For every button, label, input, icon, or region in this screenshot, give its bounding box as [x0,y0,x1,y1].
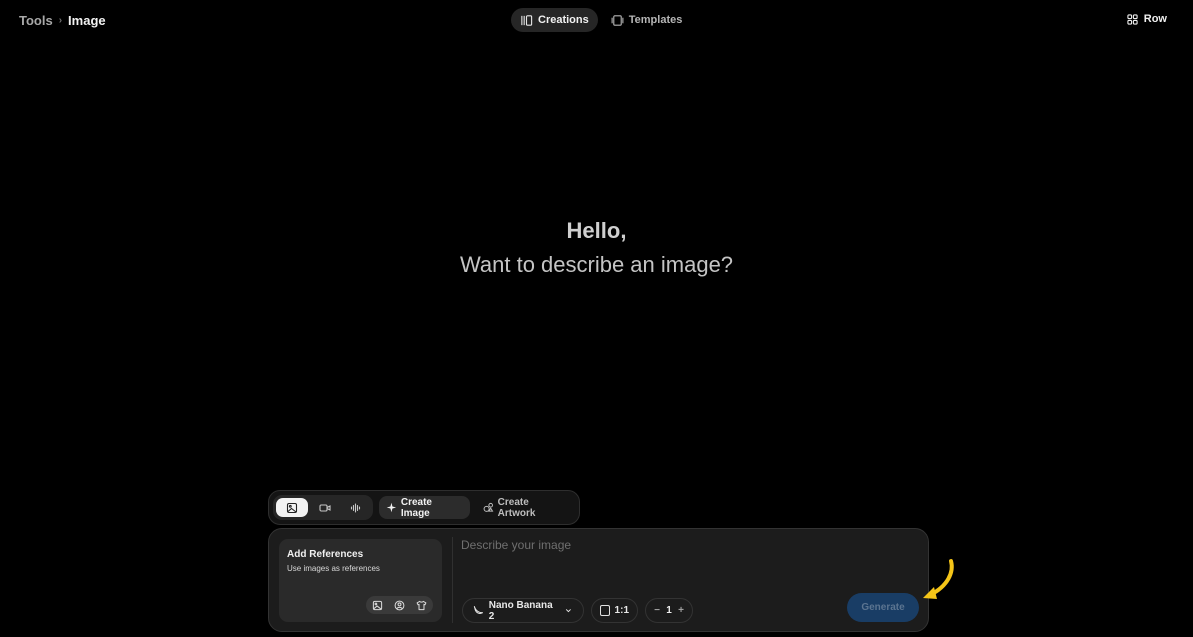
tab-templates[interactable]: Templates [602,8,692,32]
add-references-title: Add References [287,549,364,560]
composer: Add References Use images as references [268,528,929,632]
mode-create-artwork[interactable]: Create Artwork [476,496,575,519]
person-icon [394,600,405,610]
decrement-button[interactable]: − [652,605,662,616]
breadcrumb-separator: › [58,14,63,26]
image-icon [372,600,383,610]
generation-controls: Nano Banana 2 1:1 − 1 + [462,598,693,623]
mode-bar: Create Image Create Artwork [268,490,580,525]
count-stepper: − 1 + [645,598,693,623]
shirt-icon [416,600,427,610]
templates-icon [611,14,624,26]
grid-icon [1127,13,1138,25]
mode-create-artwork-label: Create Artwork [497,496,536,519]
reference-outfit-button[interactable] [412,597,431,613]
creations-icon [521,14,533,26]
view-switch: Creations Templates [511,8,691,32]
aspect-ratio-select[interactable]: 1:1 [591,598,638,623]
increment-button[interactable]: + [676,605,686,616]
banana-icon [473,605,483,614]
add-references-subtitle: Use images as references [287,564,380,573]
tab-creations[interactable]: Creations [511,8,598,32]
prompt-input[interactable] [461,538,911,574]
aspect-ratio-label: 1:1 [614,605,629,616]
audio-wave-icon [350,502,360,513]
greeting-subtitle: Want to describe an image? [459,252,734,277]
greeting-title: Hello, [566,218,627,243]
tab-templates-label: Templates [628,14,683,26]
reference-character-button[interactable] [390,597,409,613]
breadcrumb-current: Image [68,12,106,28]
reference-image-button[interactable] [368,597,387,613]
composer-divider [452,537,453,623]
reference-type-group [366,596,433,614]
count-value: 1 [666,605,672,616]
image-icon [286,502,298,513]
sparkle-icon [386,502,397,513]
media-audio-button[interactable] [341,498,370,517]
layout-toggle-button[interactable]: Row [1127,11,1167,27]
model-select[interactable]: Nano Banana 2 [462,598,584,623]
media-type-group [273,495,373,520]
greeting: Hello, Want to describe an image? [0,216,1193,284]
model-select-label: Nano Banana 2 [488,599,553,622]
breadcrumb-tools-link[interactable]: Tools [19,13,53,28]
annotation-arrow-icon [923,559,954,599]
tab-creations-label: Creations [538,14,589,26]
video-icon [318,503,331,512]
add-references-card[interactable]: Add References Use images as references [279,539,442,622]
mode-create-image-label: Create Image [400,496,432,519]
breadcrumb: Tools › Image [19,12,106,28]
media-image-button[interactable] [276,498,308,517]
aspect-square-icon [600,605,610,616]
chevron-down-icon [566,609,572,613]
media-video-button[interactable] [310,498,339,517]
artwork-icon [483,502,494,512]
mode-create-image[interactable]: Create Image [379,496,470,519]
layout-toggle-label: Row [1143,13,1167,25]
generate-button[interactable]: Generate [847,593,919,622]
